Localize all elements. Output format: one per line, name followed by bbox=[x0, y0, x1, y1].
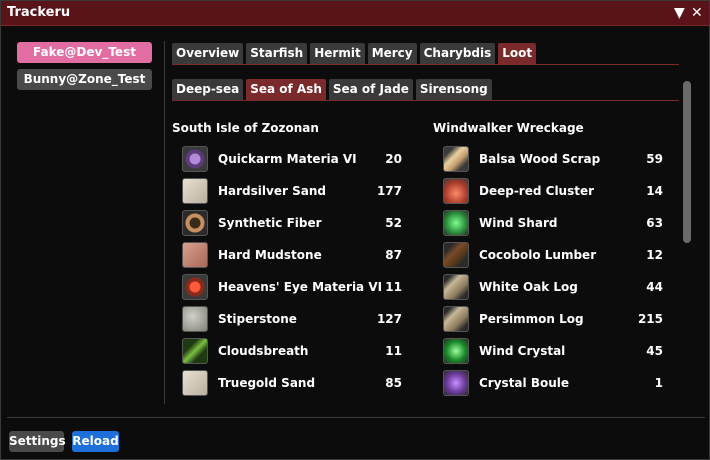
tab-overview[interactable]: Overview bbox=[172, 43, 244, 64]
close-icon[interactable]: ✕ bbox=[691, 5, 703, 21]
subtab-sea-of-ash[interactable]: Sea of Ash bbox=[246, 79, 326, 100]
loot-item-name: Quickarm Materia VI bbox=[218, 152, 357, 166]
wood-scrap-icon bbox=[443, 146, 469, 172]
loot-item-quantity: 12 bbox=[646, 248, 663, 262]
window-title: Trackeru bbox=[7, 5, 71, 20]
reload-button[interactable]: Reload bbox=[72, 431, 119, 452]
loot-item-quantity: 87 bbox=[385, 248, 402, 262]
account-fake-dev-test[interactable]: Fake@Dev_Test bbox=[17, 42, 152, 63]
loot-item: Hard Mudstone 87 bbox=[182, 242, 402, 270]
footer-divider bbox=[7, 417, 705, 418]
main-tabs: Overview Starfish Hermit Mercy Charybdis… bbox=[172, 43, 537, 64]
loot-item-name: Deep-red Cluster bbox=[479, 184, 595, 198]
loot-item: Truegold Sand 85 bbox=[182, 370, 402, 398]
crystal-boule-icon bbox=[443, 370, 469, 396]
subtab-deep-sea[interactable]: Deep-sea bbox=[172, 79, 244, 100]
sand-icon bbox=[182, 370, 208, 396]
loot-item: Quickarm Materia VI 20 bbox=[182, 146, 402, 174]
tab-loot[interactable]: Loot bbox=[498, 43, 537, 64]
loot-item: Synthetic Fiber 52 bbox=[182, 210, 402, 238]
loot-item-quantity: 44 bbox=[646, 280, 663, 294]
loot-item: Wind Shard 63 bbox=[443, 210, 663, 238]
materia-red-icon bbox=[182, 274, 208, 300]
loot-item-quantity: 20 bbox=[385, 152, 402, 166]
loot-item: Stiperstone 127 bbox=[182, 306, 402, 334]
loot-item-name: White Oak Log bbox=[479, 280, 578, 294]
loot-item-quantity: 11 bbox=[385, 280, 402, 294]
loot-item-quantity: 52 bbox=[385, 216, 402, 230]
loot-item: Wind Crystal 45 bbox=[443, 338, 663, 366]
loot-item: Hardsilver Sand 177 bbox=[182, 178, 402, 206]
title-bar[interactable]: Trackeru ▼ ✕ bbox=[1, 1, 709, 26]
loot-item-quantity: 14 bbox=[646, 184, 663, 198]
tab-hermit[interactable]: Hermit bbox=[310, 43, 365, 64]
subtab-sea-of-jade[interactable]: Sea of Jade bbox=[328, 79, 413, 100]
loot-item-name: Hard Mudstone bbox=[218, 248, 322, 262]
loot-item: White Oak Log 44 bbox=[443, 274, 663, 302]
loot-item: Heavens' Eye Materia VI 11 bbox=[182, 274, 402, 302]
loot-item-quantity: 177 bbox=[376, 184, 402, 198]
column-title-windwalker: Windwalker Wreckage bbox=[433, 121, 584, 135]
loot-item: Balsa Wood Scrap 59 bbox=[443, 146, 663, 174]
wind-crystal-icon bbox=[443, 338, 469, 364]
red-cluster-icon bbox=[443, 178, 469, 204]
lumber-icon bbox=[443, 242, 469, 268]
loot-item-name: Crystal Boule bbox=[479, 376, 569, 390]
loot-item-name: Synthetic Fiber bbox=[218, 216, 322, 230]
loot-item-quantity: 11 bbox=[385, 344, 402, 358]
loot-item-name: Cloudsbreath bbox=[218, 344, 309, 358]
loot-item-quantity: 215 bbox=[637, 312, 663, 326]
tab-starfish[interactable]: Starfish bbox=[246, 43, 308, 64]
loot-item-quantity: 59 bbox=[646, 152, 663, 166]
tab-mercy[interactable]: Mercy bbox=[367, 43, 417, 64]
loot-item-name: Hardsilver Sand bbox=[218, 184, 326, 198]
loot-item-quantity: 85 bbox=[385, 376, 402, 390]
mudstone-icon bbox=[182, 242, 208, 268]
loot-item-quantity: 1 bbox=[654, 376, 663, 390]
loot-item-name: Persimmon Log bbox=[479, 312, 584, 326]
loot-item-quantity: 45 bbox=[646, 344, 663, 358]
loot-item: Cocobolo Lumber 12 bbox=[443, 242, 663, 270]
fiber-ring-icon bbox=[182, 210, 208, 236]
subtab-sirensong[interactable]: Sirensong bbox=[415, 79, 492, 100]
materia-purple-icon bbox=[182, 146, 208, 172]
main-tabs-underline bbox=[172, 64, 679, 65]
collapse-icon[interactable]: ▼ bbox=[674, 5, 685, 21]
sub-tabs-underline bbox=[172, 100, 679, 101]
loot-item-name: Wind Crystal bbox=[479, 344, 566, 358]
sub-tabs: Deep-sea Sea of Ash Sea of Jade Sirenson… bbox=[172, 79, 492, 100]
loot-item: Cloudsbreath 11 bbox=[182, 338, 402, 366]
loot-item-name: Stiperstone bbox=[218, 312, 297, 326]
loot-item-quantity: 63 bbox=[646, 216, 663, 230]
loot-item: Crystal Boule 1 bbox=[443, 370, 663, 398]
loot-item: Persimmon Log 215 bbox=[443, 306, 663, 334]
log-icon bbox=[443, 306, 469, 332]
vertical-divider bbox=[164, 41, 165, 404]
stone-icon bbox=[182, 306, 208, 332]
log-icon bbox=[443, 274, 469, 300]
leaf-icon bbox=[182, 338, 208, 364]
loot-item-name: Cocobolo Lumber bbox=[479, 248, 597, 262]
loot-item-name: Wind Shard bbox=[479, 216, 558, 230]
tab-charybdis[interactable]: Charybdis bbox=[419, 43, 496, 64]
column-title-south-isle: South Isle of Zozonan bbox=[172, 121, 319, 135]
loot-item-name: Heavens' Eye Materia VI bbox=[218, 280, 383, 294]
trackeru-window: Trackeru ▼ ✕ Fake@Dev_Test Bunny@Zone_Te… bbox=[0, 0, 710, 460]
loot-item: Deep-red Cluster 14 bbox=[443, 178, 663, 206]
settings-button[interactable]: Settings bbox=[9, 431, 66, 452]
loot-item-name: Balsa Wood Scrap bbox=[479, 152, 601, 166]
sand-icon bbox=[182, 178, 208, 204]
account-bunny-zone-test[interactable]: Bunny@Zone_Test bbox=[17, 69, 152, 90]
loot-item-name: Truegold Sand bbox=[218, 376, 316, 390]
loot-item-quantity: 127 bbox=[376, 312, 402, 326]
wind-shard-icon bbox=[443, 210, 469, 236]
scrollbar[interactable] bbox=[683, 81, 691, 243]
